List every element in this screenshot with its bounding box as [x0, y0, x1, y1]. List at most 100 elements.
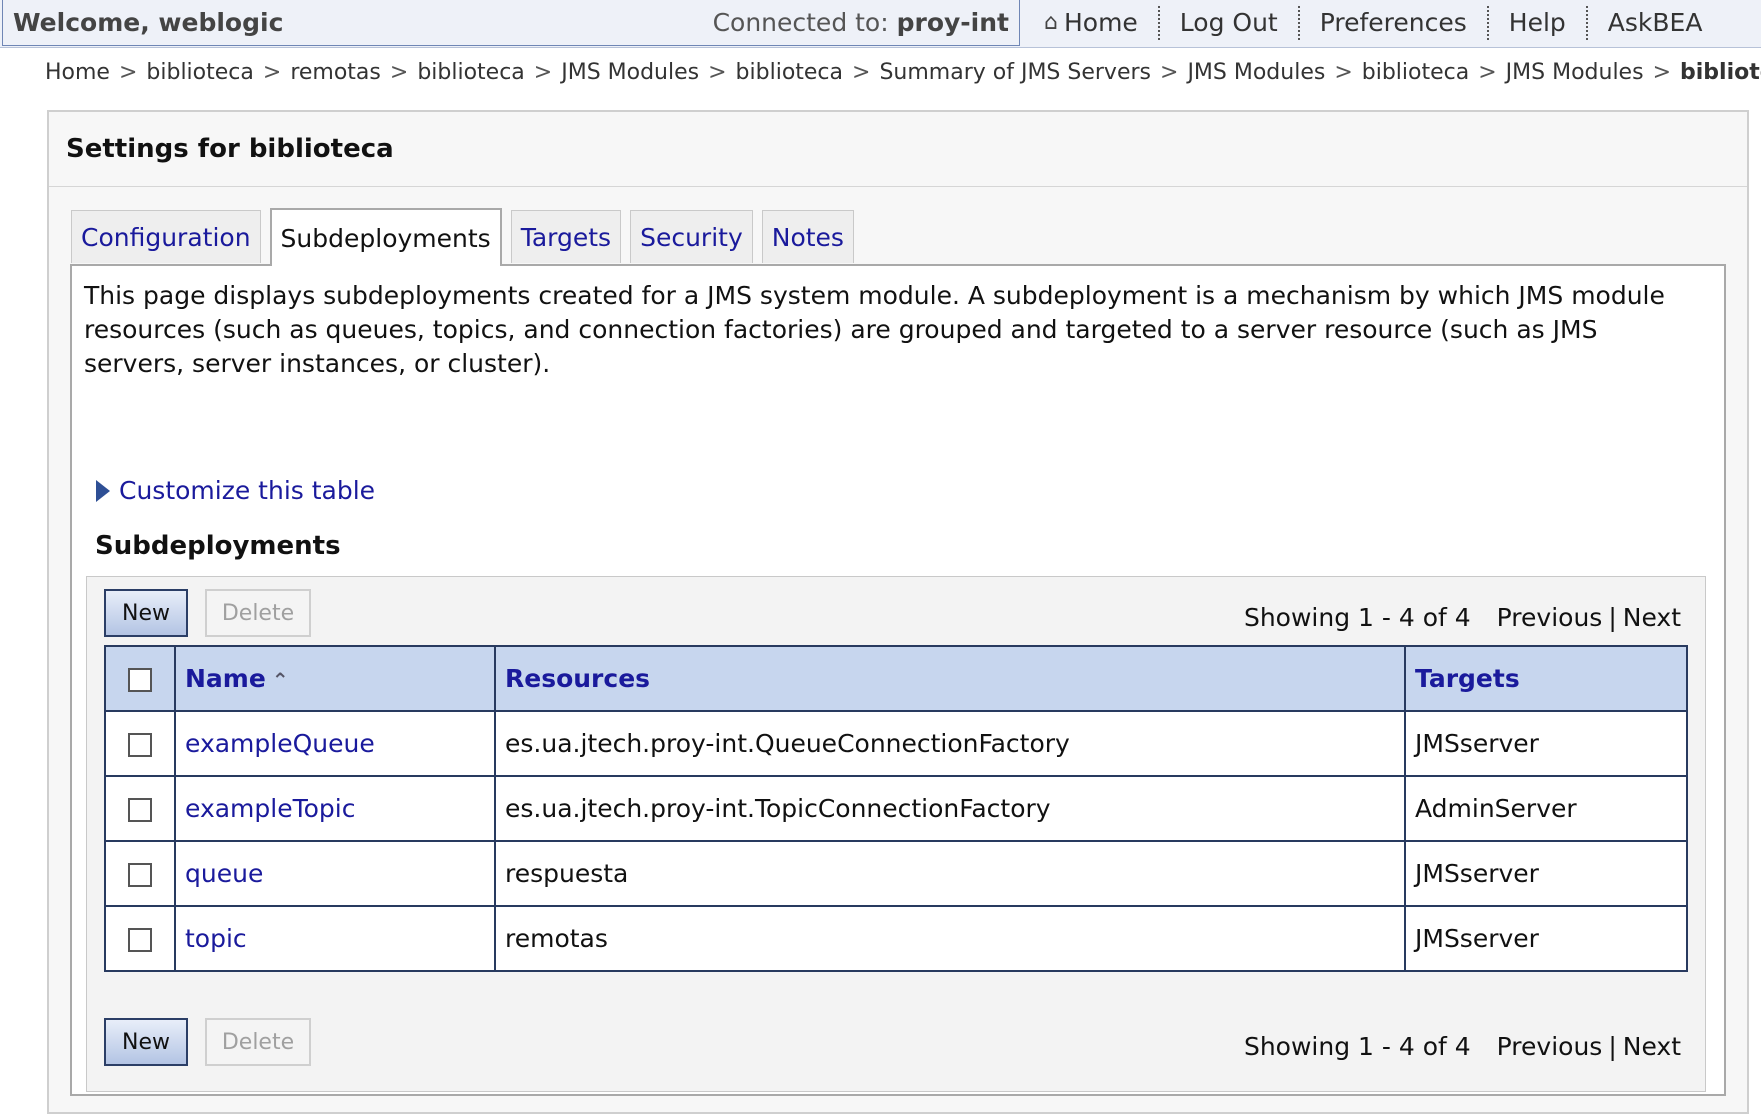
breadcrumb-link[interactable]: Home [45, 60, 110, 85]
tab-content: This page displays subdeployments create… [70, 264, 1726, 1096]
subdeployments-table: Name ⌃ Resources Targets exampleQueue es.u… [104, 645, 1688, 972]
tab-security[interactable]: Security [630, 210, 753, 263]
welcome-box: Welcome, weblogic Connected to: proy-int [2, 0, 1020, 46]
bottom-pager: Showing 1 - 4 of 4 Previous | Next [1244, 1032, 1681, 1061]
breadcrumb-link[interactable]: remotas [290, 60, 381, 85]
breadcrumb-link[interactable]: JMS Modules [561, 60, 699, 85]
breadcrumb-separator: > [1478, 60, 1497, 85]
table-title: Subdeployments [95, 531, 341, 561]
table-row: topic remotas JMSserver [104, 905, 1688, 972]
breadcrumb-separator: > [1160, 60, 1179, 85]
expand-triangle-icon [96, 479, 110, 502]
tab-notes[interactable]: Notes [761, 210, 854, 263]
page-title: Settings for biblioteca [66, 134, 394, 164]
tab-configuration[interactable]: Configuration [71, 210, 261, 263]
showing-count: Showing 1 - 4 of 4 [1243, 603, 1471, 632]
home-link[interactable]: ⌂ Home [1024, 8, 1158, 37]
breadcrumb-separator: > [1334, 60, 1353, 85]
resources-cell: remotas [494, 905, 1406, 972]
bottom-button-row: New Delete [104, 1018, 311, 1066]
new-button[interactable]: New [104, 589, 188, 637]
breadcrumb-link[interactable]: JMS Modules [1187, 60, 1325, 85]
row-select-cell [104, 840, 176, 907]
top-bar: Welcome, weblogic Connected to: proy-int… [0, 0, 1761, 48]
breadcrumb-separator: > [262, 60, 282, 85]
row-checkbox[interactable] [128, 733, 152, 757]
next-link[interactable]: Next [1623, 603, 1681, 632]
breadcrumb-separator: > [533, 60, 553, 85]
connected-server: proy-int [896, 8, 1009, 37]
previous-link[interactable]: Previous [1497, 603, 1603, 632]
row-checkbox[interactable] [128, 798, 152, 822]
table-body: exampleQueue es.ua.jtech.proy-int.QueueCo… [104, 710, 1688, 972]
help-link[interactable]: Help [1489, 8, 1586, 37]
table-row: exampleQueue es.ua.jtech.proy-int.QueueCo… [104, 710, 1688, 777]
breadcrumb: Home > biblioteca > remotas > biblioteca > JMS M… [45, 60, 1761, 85]
preferences-link[interactable]: Preferences [1300, 8, 1487, 37]
home-icon: ⌂ [1044, 10, 1058, 35]
breadcrumb-link[interactable]: biblioteca [1362, 60, 1469, 85]
delete-button[interactable]: Delete [205, 589, 311, 637]
top-button-row: New Delete [104, 589, 311, 637]
askbea-link[interactable]: AskBEA [1588, 8, 1723, 37]
logout-link[interactable]: Log Out [1160, 8, 1298, 37]
page-description: This page displays subdeployments create… [84, 281, 1665, 378]
subdeployment-name-link[interactable]: topic [174, 905, 496, 972]
welcome-text: Welcome, weblogic [13, 8, 284, 37]
resources-cell: es.ua.jtech.proy-int.TopicConnectionFact… [494, 775, 1406, 842]
table-row: exampleTopic es.ua.jtech.proy-int.TopicCo… [104, 775, 1688, 842]
breadcrumb-link[interactable]: JMS Modules [1506, 60, 1644, 85]
breadcrumb-separator: > [1652, 60, 1671, 85]
customize-table-label: Customize this table [119, 476, 376, 505]
tab-subdeployments[interactable]: Subdeployments [269, 208, 502, 266]
customize-table-link[interactable]: Customize this table [96, 476, 375, 505]
connection-status: Connected to: proy-int [713, 8, 1009, 37]
previous-link[interactable]: Previous [1497, 1032, 1603, 1061]
select-all-cell [104, 645, 176, 712]
new-button[interactable]: New [104, 1018, 188, 1066]
column-header-name[interactable]: Name ⌃ [174, 645, 496, 712]
breadcrumb-link[interactable]: biblioteca [146, 60, 253, 85]
row-select-cell [104, 905, 176, 972]
next-link[interactable]: Next [1623, 1032, 1681, 1061]
table-header-row: Name ⌃ Resources Targets [104, 645, 1688, 712]
sort-ascending-icon: ⌃ [271, 668, 289, 692]
top-pager: Showing 1 - 4 of 4 Previous | Next [1244, 603, 1681, 632]
row-select-cell [104, 775, 176, 842]
breadcrumb-link[interactable]: biblioteca [736, 60, 843, 85]
delete-button[interactable]: Delete [205, 1018, 311, 1066]
table-frame: New Delete Showing 1 - 4 of 4 Previous |… [86, 576, 1706, 1092]
tab-targets[interactable]: Targets [510, 210, 622, 263]
tab-bar: Configuration Subdeployments Targets Securi… [71, 208, 854, 266]
pager-separator: | [1608, 603, 1617, 632]
column-header-label: Name [185, 664, 266, 693]
divider [49, 186, 1747, 187]
breadcrumb-separator: > [389, 60, 409, 85]
column-header-targets[interactable]: Targets [1404, 645, 1688, 712]
targets-cell: JMSserver [1404, 905, 1688, 972]
breadcrumb-separator: > [118, 60, 138, 85]
breadcrumb-separator: > [852, 60, 871, 85]
targets-cell: AdminServer [1404, 775, 1688, 842]
select-all-checkbox[interactable] [128, 668, 152, 692]
row-checkbox[interactable] [128, 928, 152, 952]
subdeployment-name-link[interactable]: exampleQueue [174, 710, 496, 777]
breadcrumb-link[interactable]: Summary of JMS Servers [879, 60, 1151, 85]
connected-label: Connected to: [712, 8, 889, 37]
breadcrumb-current: biblioteca [1680, 60, 1761, 85]
table-row: queue respuesta JMSserver [104, 840, 1688, 907]
breadcrumb-separator: > [708, 60, 727, 85]
targets-cell: JMSserver [1404, 840, 1688, 907]
resources-cell: es.ua.jtech.proy-int.QueueConnectionFact… [494, 710, 1406, 777]
row-checkbox[interactable] [128, 863, 152, 887]
resources-cell: respuesta [494, 840, 1406, 907]
column-header-resources[interactable]: Resources [494, 645, 1406, 712]
home-link-label: Home [1063, 8, 1138, 37]
subdeployment-name-link[interactable]: exampleTopic [174, 775, 496, 842]
pager-separator: | [1608, 1032, 1617, 1061]
settings-panel: Settings for biblioteca Configuration Sub… [47, 110, 1749, 1114]
top-nav: ⌂ Home Log Out Preferences Help AskBEA [1024, 0, 1722, 45]
subdeployment-name-link[interactable]: queue [174, 840, 496, 907]
breadcrumb-link[interactable]: biblioteca [417, 60, 524, 85]
targets-cell: JMSserver [1404, 710, 1688, 777]
